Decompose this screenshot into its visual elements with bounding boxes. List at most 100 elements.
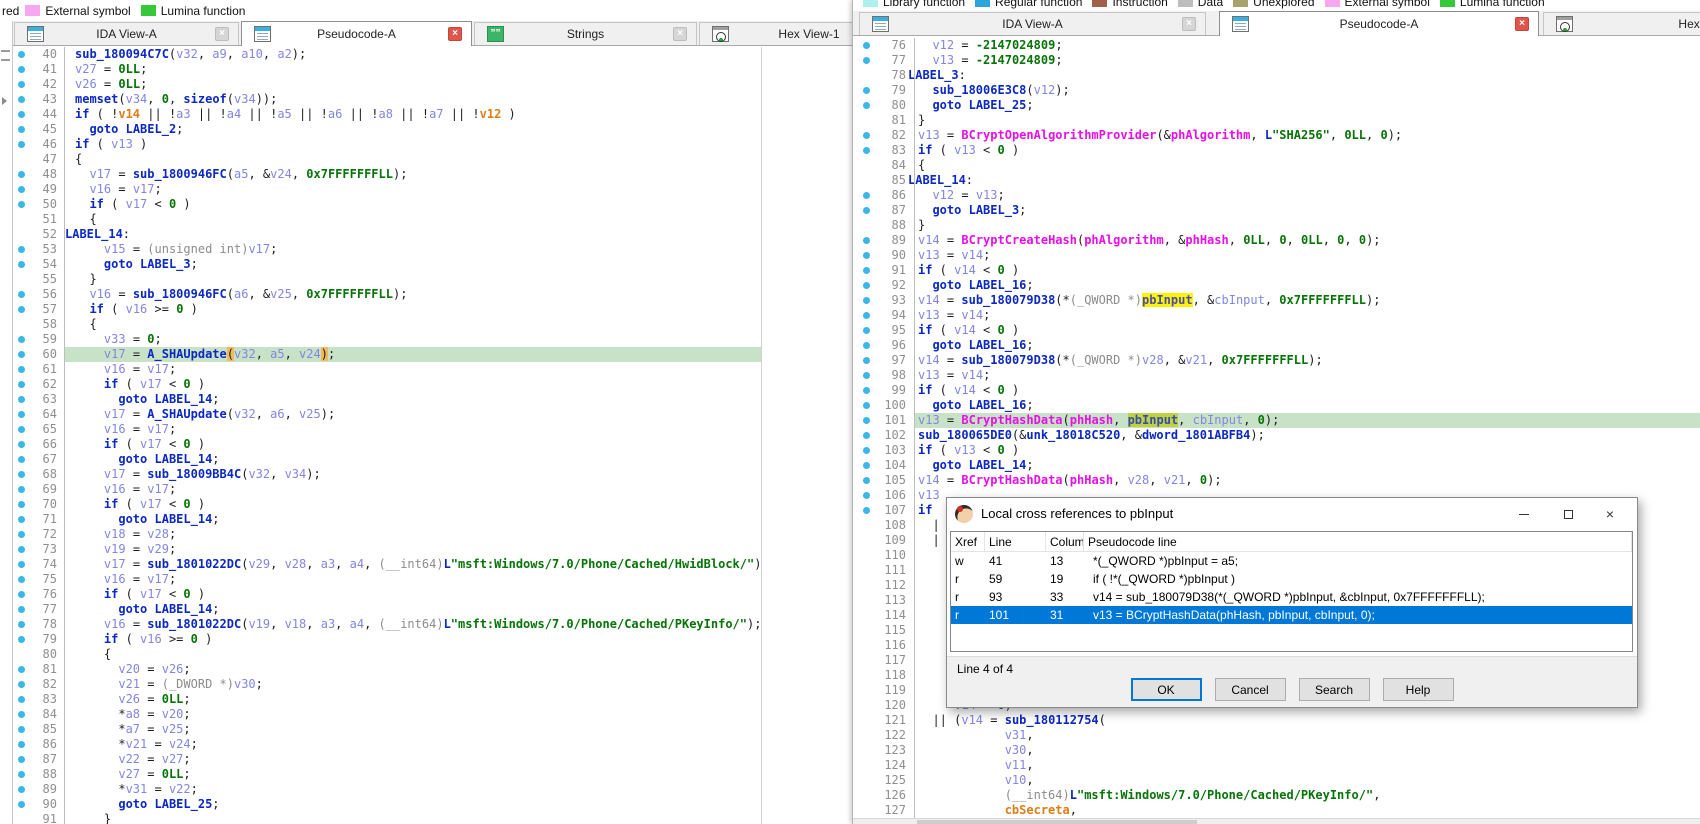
code-line[interactable]: 87 v22 = v27; <box>0 752 761 767</box>
tab-close-icon[interactable]: × <box>448 27 462 41</box>
code-line[interactable]: 43memset(v34, 0, sizeof(v34)); <box>0 92 761 107</box>
code-line[interactable]: 46if ( v13 ) <box>0 137 761 152</box>
column-header[interactable]: Line <box>985 532 1046 551</box>
code-line[interactable]: 88} <box>853 218 1700 233</box>
code-line[interactable]: 67 goto LABEL_14; <box>0 452 761 467</box>
code-line[interactable]: 85LABEL_14: <box>853 173 1700 188</box>
code-line[interactable]: 47{ <box>0 152 761 167</box>
code-line[interactable]: 58 { <box>0 317 761 332</box>
minimize-icon[interactable] <box>1507 498 1541 530</box>
code-line[interactable]: 70 if ( v17 < 0 ) <box>0 497 761 512</box>
code-line[interactable]: 62 if ( v17 < 0 ) <box>0 377 761 392</box>
tab-ida-view-a[interactable]: IDA View-A× <box>14 22 239 45</box>
code-line[interactable]: 81} <box>853 113 1700 128</box>
code-line[interactable]: 71 goto LABEL_14; <box>0 512 761 527</box>
search-button[interactable]: Search <box>1299 678 1370 701</box>
code-line[interactable]: 123 v30, <box>853 743 1700 758</box>
code-line[interactable]: 83 v26 = 0LL; <box>0 692 761 707</box>
code-line[interactable]: 82v13 = BCryptOpenAlgorithmProvider(&phA… <box>853 128 1700 143</box>
code-line[interactable]: 55 } <box>0 272 761 287</box>
help-button[interactable]: Help <box>1383 678 1454 701</box>
code-line[interactable]: 127 cbSecreta, <box>853 803 1700 818</box>
tab-close-icon[interactable]: × <box>215 27 229 41</box>
code-line[interactable]: 78LABEL_3: <box>853 68 1700 83</box>
tab-ida-view-a[interactable]: IDA View-A× <box>859 12 1206 35</box>
code-line[interactable]: 122 v31, <box>853 728 1700 743</box>
code-line[interactable]: 50 if ( v17 < 0 ) <box>0 197 761 212</box>
code-line[interactable]: 66 if ( v17 < 0 ) <box>0 437 761 452</box>
code-line[interactable]: 60 v17 = A_SHAUpdate(v32, a5, v24); <box>0 347 761 362</box>
code-line[interactable]: 59 v33 = 0; <box>0 332 761 347</box>
column-header[interactable]: Pseudocode line <box>1084 532 1632 551</box>
code-line[interactable]: 73 v19 = v29; <box>0 542 761 557</box>
tab-close-icon[interactable]: × <box>673 27 687 41</box>
code-line[interactable]: 125 v10, <box>853 773 1700 788</box>
tab-strings[interactable]: ””Strings× <box>474 22 697 45</box>
code-line[interactable]: 121 || (v14 = sub_180112754( <box>853 713 1700 728</box>
code-line[interactable]: 77 v13 = -2147024809; <box>853 53 1700 68</box>
code-line[interactable]: 79 if ( v16 >= 0 ) <box>0 632 761 647</box>
code-line[interactable]: 96 goto LABEL_16; <box>853 338 1700 353</box>
code-line[interactable]: 126 (__int64)L"msft:Windows/7.0/Phone/Ca… <box>853 788 1700 803</box>
code-line[interactable]: 56 v16 = sub_1800946FC(a6, &v25, 0x7FFFF… <box>0 287 761 302</box>
code-line[interactable]: 54 goto LABEL_3; <box>0 257 761 272</box>
code-line[interactable]: 57 if ( v16 >= 0 ) <box>0 302 761 317</box>
code-line[interactable]: 44if ( !v14 || !a3 || !a4 || !a5 || !a6 … <box>0 107 761 122</box>
code-line[interactable]: 85 *a7 = v25; <box>0 722 761 737</box>
code-line[interactable]: 79 sub_18006E3C8(v12); <box>853 83 1700 98</box>
close-icon[interactable]: × <box>1593 498 1627 530</box>
code-line[interactable]: 91if ( v14 < 0 ) <box>853 263 1700 278</box>
code-line[interactable]: 80 goto LABEL_25; <box>853 98 1700 113</box>
code-line[interactable]: 48 v17 = sub_1800946FC(a5, &v24, 0x7FFFF… <box>0 167 761 182</box>
code-line[interactable]: 53 v15 = (unsigned int)v17; <box>0 242 761 257</box>
scrollbar-thumb[interactable] <box>917 820 1197 824</box>
code-line[interactable]: 76 if ( v17 < 0 ) <box>0 587 761 602</box>
code-line[interactable]: 105v14 = BCryptHashData(phHash, v28, v21… <box>853 473 1700 488</box>
code-line[interactable]: 98v13 = v14; <box>853 368 1700 383</box>
code-line[interactable]: 86 *v21 = v24; <box>0 737 761 752</box>
code-line[interactable]: 86 v12 = v13; <box>853 188 1700 203</box>
code-line[interactable]: 45 goto LABEL_2; <box>0 122 761 137</box>
code-line[interactable]: 49 v16 = v17; <box>0 182 761 197</box>
code-line[interactable]: 93v14 = sub_180079D38(*(_QWORD *)pbInput… <box>853 293 1700 308</box>
code-line[interactable]: 81 v20 = v26; <box>0 662 761 677</box>
code-line[interactable]: 104 goto LABEL_14; <box>853 458 1700 473</box>
code-line[interactable]: 97v14 = sub_180079D38(*(_QWORD *)v28, &v… <box>853 353 1700 368</box>
code-line[interactable]: 83if ( v13 < 0 ) <box>853 143 1700 158</box>
code-line[interactable]: 89v14 = BCryptCreateHash(phAlgorithm, &p… <box>853 233 1700 248</box>
dialog-title-bar[interactable]: Local cross references to pbInput × <box>947 498 1637 530</box>
code-line[interactable]: 40sub_180094C7C(v32, a9, a10, a2); <box>0 47 761 62</box>
xref-row[interactable]: r5919if ( !*(_QWORD *)pbInput ) <box>951 570 1632 588</box>
code-line[interactable]: 51 { <box>0 212 761 227</box>
cancel-button[interactable]: Cancel <box>1215 678 1286 701</box>
code-line[interactable]: 84 *a8 = v20; <box>0 707 761 722</box>
horizontal-scrollbar[interactable] <box>853 818 1700 824</box>
code-line[interactable]: 61 v16 = v17; <box>0 362 761 377</box>
tab-pseudocode-a[interactable]: Pseudocode-A× <box>1219 11 1539 36</box>
code-line[interactable]: 78 v16 = sub_1801022DC(v19, v18, a3, a4,… <box>0 617 761 632</box>
code-line[interactable]: 76 v12 = -2147024809; <box>853 38 1700 53</box>
code-line[interactable]: 88 v27 = 0LL; <box>0 767 761 782</box>
code-line[interactable]: 87 goto LABEL_3; <box>853 203 1700 218</box>
xref-row[interactable]: r9333v14 = sub_180079D38(*(_QWORD *)pbIn… <box>951 588 1632 606</box>
code-line[interactable]: 84{ <box>853 158 1700 173</box>
code-line[interactable]: 64 v17 = A_SHAUpdate(v32, a6, v25); <box>0 407 761 422</box>
tab-pseudocode-a[interactable]: Pseudocode-A× <box>241 21 472 46</box>
code-line[interactable]: 42v26 = 0LL; <box>0 77 761 92</box>
code-line[interactable]: 63 goto LABEL_14; <box>0 392 761 407</box>
code-line[interactable]: 82 v21 = (_DWORD *)v30; <box>0 677 761 692</box>
tab-close-icon[interactable]: × <box>1515 17 1529 31</box>
column-header[interactable]: Column <box>1046 532 1084 551</box>
code-line[interactable]: 103if ( v13 < 0 ) <box>853 443 1700 458</box>
xref-row[interactable]: r10131v13 = BCryptHashData(phHash, pbInp… <box>951 606 1632 624</box>
code-line[interactable]: 41v27 = 0LL; <box>0 62 761 77</box>
code-line[interactable]: 90v13 = v14; <box>853 248 1700 263</box>
maximize-icon[interactable] <box>1551 498 1585 530</box>
ok-button[interactable]: OK <box>1131 678 1202 701</box>
code-line[interactable]: 69 v16 = v17; <box>0 482 761 497</box>
code-line[interactable]: 52LABEL_14: <box>0 227 761 242</box>
tab-close-icon[interactable]: × <box>1182 17 1196 31</box>
code-line[interactable]: 90 goto LABEL_25; <box>0 797 761 812</box>
code-line[interactable]: 74 v17 = sub_1801022DC(v29, v28, a3, a4,… <box>0 557 761 572</box>
code-line[interactable]: 65 v16 = v17; <box>0 422 761 437</box>
